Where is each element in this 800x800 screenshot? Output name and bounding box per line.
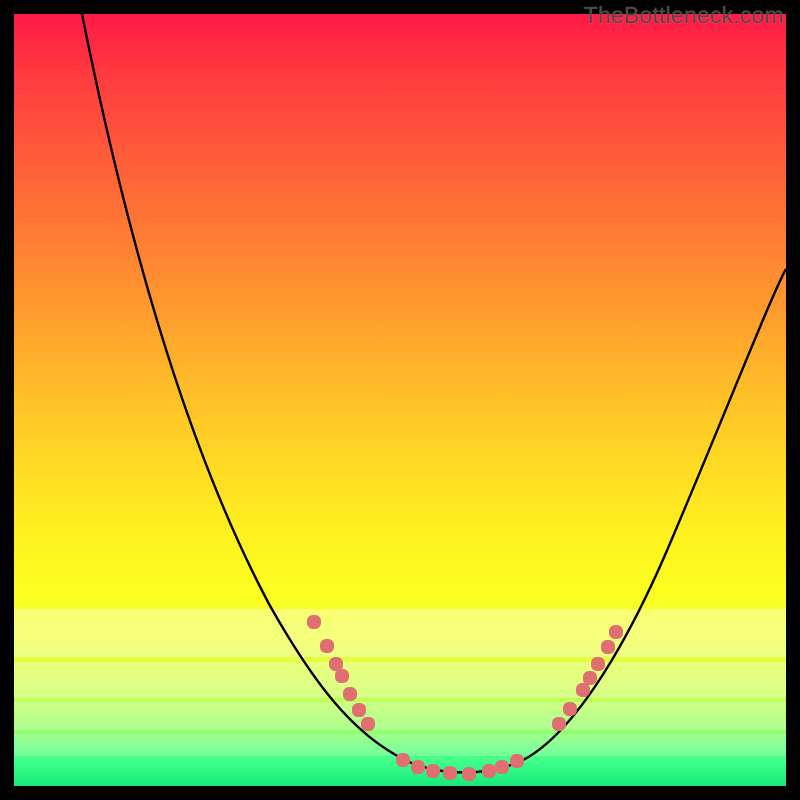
curve-marker bbox=[396, 753, 410, 767]
curve-marker bbox=[361, 717, 375, 731]
curve-marker bbox=[411, 760, 425, 774]
curve-marker bbox=[426, 764, 440, 778]
curve-marker bbox=[591, 657, 605, 671]
curve-marker bbox=[335, 669, 349, 683]
curve-marker bbox=[352, 703, 366, 717]
curve-marker bbox=[495, 760, 509, 774]
bottleneck-curve bbox=[14, 14, 786, 786]
curve-marker bbox=[320, 639, 334, 653]
curve-marker bbox=[343, 687, 357, 701]
curve-marker bbox=[329, 657, 343, 671]
marker-group bbox=[307, 615, 623, 781]
curve-marker bbox=[563, 702, 577, 716]
curve-marker bbox=[462, 767, 476, 781]
curve-marker bbox=[443, 766, 457, 780]
curve-marker bbox=[583, 671, 597, 685]
curve-path bbox=[82, 14, 786, 773]
curve-marker bbox=[552, 717, 566, 731]
watermark-text: TheBottleneck.com bbox=[584, 2, 784, 29]
curve-marker bbox=[601, 640, 615, 654]
curve-marker bbox=[576, 683, 590, 697]
chart-area bbox=[14, 14, 786, 786]
curve-marker bbox=[307, 615, 321, 629]
curve-marker bbox=[510, 754, 524, 768]
curve-marker bbox=[609, 625, 623, 639]
curve-marker bbox=[482, 764, 496, 778]
